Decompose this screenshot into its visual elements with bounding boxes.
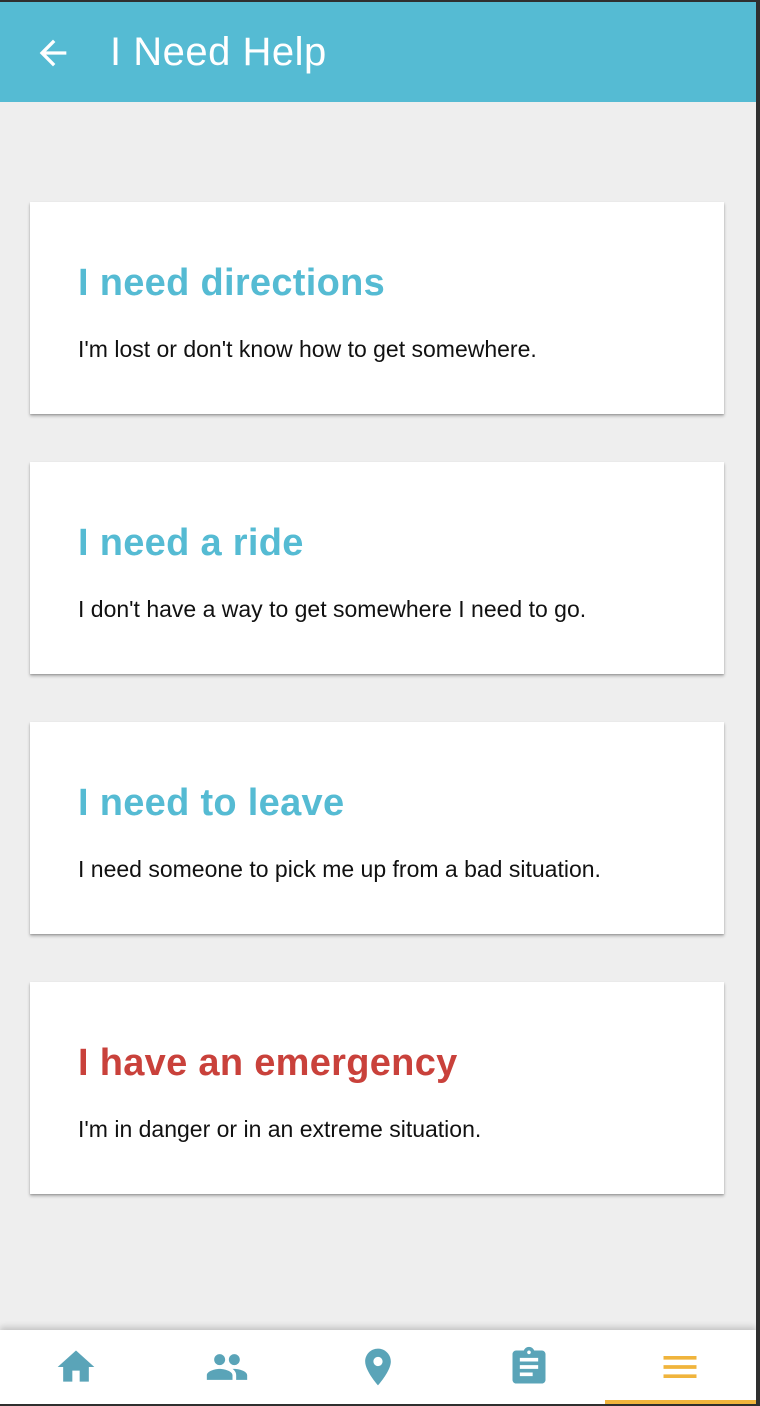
card-title: I need to leave (78, 782, 345, 824)
clipboard-icon (512, 1346, 546, 1384)
nav-item-menu[interactable] (604, 1330, 756, 1404)
help-options-list: I need directions I'm lost or don't know… (30, 202, 724, 1242)
people-icon (206, 1354, 247, 1380)
nav-item-home[interactable] (0, 1330, 151, 1404)
card-description: I'm lost or don't know how to get somewh… (78, 336, 537, 362)
card-title: I have an emergency (78, 1042, 458, 1084)
help-card-directions[interactable]: I need directions I'm lost or don't know… (30, 202, 724, 414)
location-pin-icon (365, 1348, 391, 1386)
nav-item-clipboard[interactable] (454, 1330, 605, 1404)
page-title: I Need Help (110, 30, 327, 74)
home-icon (57, 1350, 94, 1382)
help-card-ride[interactable]: I need a ride I don't have a way to get … (30, 462, 724, 674)
card-title: I need a ride (78, 522, 304, 564)
nav-item-location[interactable] (302, 1330, 453, 1404)
arrow-back-icon (39, 39, 67, 67)
card-description: I'm in danger or in an extreme situation… (78, 1116, 482, 1142)
nav-item-people[interactable] (151, 1330, 302, 1404)
card-description: I don't have a way to get somewhere I ne… (78, 596, 587, 622)
menu-icon (663, 1356, 697, 1378)
back-button[interactable] (26, 26, 80, 80)
app-screen: I Need Help I need directions I'm lost o… (0, 2, 756, 1404)
help-card-leave[interactable]: I need to leave I need someone to pick m… (30, 722, 724, 934)
bottom-nav (0, 1330, 756, 1404)
card-title: I need directions (78, 262, 386, 304)
card-description: I need someone to pick me up from a bad … (78, 856, 601, 882)
help-card-emergency[interactable]: I have an emergency I'm in danger or in … (30, 982, 724, 1194)
app-bar: I Need Help (0, 2, 756, 102)
